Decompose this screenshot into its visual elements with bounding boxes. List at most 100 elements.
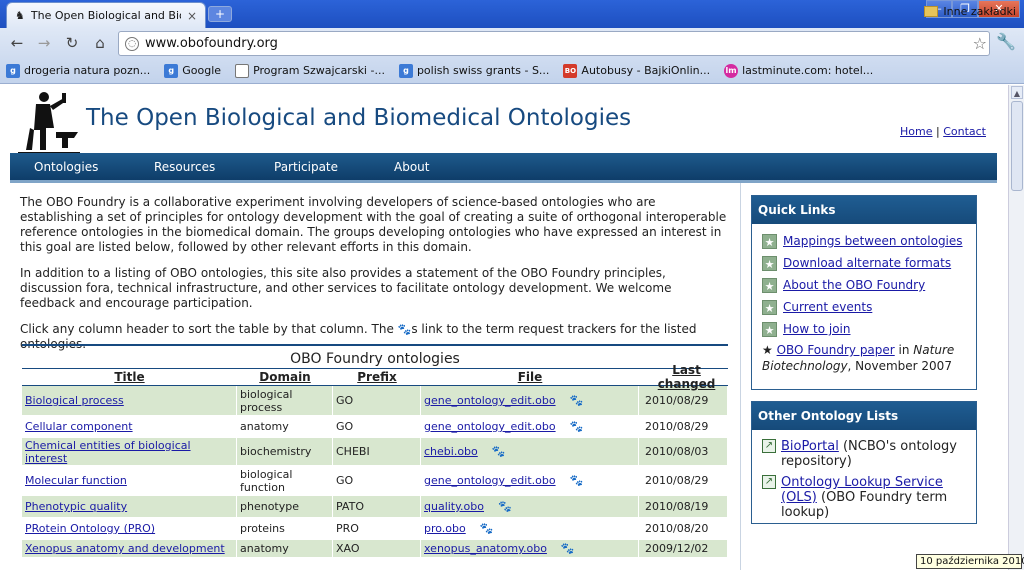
- quick-link-item: ★ Mappings between ontologies: [762, 230, 968, 252]
- quick-links-list: ★ Mappings between ontologies ★ Download al…: [752, 224, 976, 378]
- page-viewport: The Open Biological and Biomedical Ontol…: [0, 85, 1008, 570]
- ontology-file-link[interactable]: pro.obo: [424, 522, 466, 535]
- bookmark-item[interactable]: g polish swiss grants - S...: [398, 63, 549, 78]
- ontology-title-link[interactable]: PRotein Ontology (PRO): [25, 522, 155, 535]
- home-icon[interactable]: ⌂: [89, 33, 111, 53]
- wrench-icon[interactable]: 🔧: [996, 32, 1016, 51]
- nav-ontologies[interactable]: Ontologies: [34, 160, 130, 174]
- col-file-header[interactable]: File: [421, 370, 639, 384]
- paw-icon[interactable]: 🐾: [561, 542, 575, 555]
- ontology-domain: phenotype: [240, 500, 299, 513]
- scroll-up-icon[interactable]: ▲: [1011, 86, 1023, 99]
- quick-link[interactable]: Download alternate formats: [783, 256, 951, 270]
- quick-link[interactable]: About the OBO Foundry: [783, 278, 925, 292]
- contact-link[interactable]: Contact: [943, 125, 986, 138]
- table-row: Phenotypic quality phenotype PATO quality.o…: [22, 496, 728, 518]
- nav-about[interactable]: About: [394, 160, 490, 174]
- quick-link[interactable]: Current events: [783, 300, 872, 314]
- gold-star-icon: ★: [762, 343, 773, 357]
- ontology-domain: proteins: [240, 522, 285, 535]
- paw-icon[interactable]: 🐾: [570, 420, 584, 433]
- ontology-title-link[interactable]: Cellular component: [25, 420, 133, 433]
- last-changed-date: 2010/08/29: [645, 474, 709, 487]
- forward-icon[interactable]: →: [33, 33, 55, 53]
- bookmark-item[interactable]: Program Szwajcarski -...: [235, 63, 385, 78]
- tab-close-icon[interactable]: ×: [187, 9, 197, 23]
- quick-link-item: ★ Current events: [762, 296, 968, 318]
- last-changed-date: 2010/08/03: [645, 445, 709, 458]
- bookmark-star-icon[interactable]: ☆: [973, 34, 987, 53]
- ontology-title-link[interactable]: Biological process: [25, 394, 124, 407]
- tab-favicon: ♞: [15, 9, 25, 22]
- intro-text: The OBO Foundry is a collaborative exper…: [20, 195, 728, 363]
- ontology-domain: anatomy: [240, 420, 289, 433]
- google-icon: g: [6, 63, 20, 78]
- ontology-table: OBO Foundry ontologies Title Domain Pref…: [22, 344, 728, 558]
- col-title-header[interactable]: Title: [22, 370, 237, 384]
- ontology-prefix: GO: [336, 420, 354, 433]
- vertical-scrollbar[interactable]: ▲: [1008, 85, 1024, 570]
- quick-links-box: Quick Links ★ Mappings between ontologies…: [751, 195, 977, 390]
- last-changed-date: 2009/12/02: [645, 542, 709, 555]
- paw-icon: 🐾: [397, 323, 412, 336]
- url-text[interactable]: www.obofoundry.org: [145, 36, 278, 51]
- ontology-title-link[interactable]: Chemical entities of biological interest: [25, 439, 233, 465]
- paper-link[interactable]: OBO Foundry paper: [777, 343, 895, 357]
- quick-link[interactable]: How to join: [783, 322, 850, 336]
- intro-paragraph-2: In addition to a listing of OBO ontologi…: [20, 266, 672, 310]
- bookmark-item[interactable]: g Google: [164, 63, 221, 78]
- other-list-item: ↗ BioPortal (NCBO's ontology repository): [762, 439, 968, 469]
- ontology-file-link[interactable]: chebi.obo: [424, 445, 478, 458]
- ontology-prefix: CHEBI: [336, 445, 370, 458]
- scrollbar-thumb[interactable]: [1011, 101, 1023, 191]
- ontology-title-link[interactable]: Phenotypic quality: [25, 500, 127, 513]
- home-link[interactable]: Home: [900, 125, 932, 138]
- ontology-file-link[interactable]: xenopus_anatomy.obo: [424, 542, 547, 555]
- other-lists-heading: Other Ontology Lists: [752, 402, 976, 430]
- ontology-title-link[interactable]: Xenopus anatomy and development: [25, 542, 225, 555]
- paw-icon[interactable]: 🐾: [492, 445, 506, 458]
- quick-link[interactable]: Mappings between ontologies: [783, 234, 963, 248]
- col-prefix-header[interactable]: Prefix: [333, 370, 421, 384]
- paw-icon[interactable]: 🐾: [570, 394, 584, 407]
- main-nav: Ontologies Resources Participate About: [10, 153, 997, 180]
- bookmark-label: Program Szwajcarski -...: [253, 64, 385, 77]
- address-bar[interactable]: ◌ www.obofoundry.org ☆: [118, 31, 990, 56]
- paw-icon[interactable]: 🐾: [480, 522, 494, 535]
- quick-link-item: ★ How to join: [762, 318, 968, 340]
- ontology-file-link[interactable]: gene_ontology_edit.obo: [424, 420, 556, 433]
- other-lists-box: Other Ontology Lists ↗ BioPortal (NCBO's …: [751, 401, 977, 524]
- quick-links-heading: Quick Links: [752, 196, 976, 224]
- other-list-item: ↗ Ontology Lookup Service (OLS) (OBO Foun…: [762, 475, 968, 520]
- other-bookmarks[interactable]: Inne zakładki: [924, 5, 1016, 18]
- browser-tab[interactable]: ♞ The Open Biological and Bio... ×: [6, 2, 206, 28]
- ontology-file-link[interactable]: quality.obo: [424, 500, 484, 513]
- last-changed-date: 2010/08/19: [645, 500, 709, 513]
- google-icon: g: [164, 63, 179, 78]
- folder-icon: [924, 6, 939, 17]
- nav-resources[interactable]: Resources: [154, 160, 250, 174]
- bookmark-item[interactable]: g drogeria natura pozn...: [6, 63, 150, 78]
- google-icon: g: [398, 63, 413, 78]
- bookmark-item[interactable]: BO Autobusy - BajkiOnlin...: [563, 63, 710, 78]
- paw-icon[interactable]: 🐾: [498, 500, 512, 513]
- bookmark-item[interactable]: lm lastminute.com: hotel...: [724, 63, 873, 78]
- globe-icon: ◌: [125, 36, 139, 51]
- paw-icon[interactable]: 🐾: [570, 474, 584, 487]
- ontology-file-link[interactable]: gene_ontology_edit.obo: [424, 394, 556, 407]
- ontology-file-link[interactable]: gene_ontology_edit.obo: [424, 474, 556, 487]
- table-row: Xenopus anatomy and development anatomy XA…: [22, 540, 728, 558]
- ontology-title-link[interactable]: Molecular function: [25, 474, 127, 487]
- ontology-domain: biological function: [240, 467, 293, 494]
- star-icon: ★: [762, 255, 777, 271]
- star-icon: ★: [762, 233, 777, 249]
- page-icon: [235, 63, 250, 78]
- other-lists-list: ↗ BioPortal (NCBO's ontology repository) ↗…: [752, 430, 976, 530]
- col-domain-header[interactable]: Domain: [237, 370, 333, 384]
- back-icon[interactable]: ←: [6, 33, 28, 53]
- new-tab-button[interactable]: +: [208, 6, 232, 22]
- paper-date: , November 2007: [847, 359, 952, 373]
- other-list-link[interactable]: BioPortal: [781, 439, 839, 454]
- reload-icon[interactable]: ↻: [61, 33, 83, 53]
- nav-participate[interactable]: Participate: [274, 160, 370, 174]
